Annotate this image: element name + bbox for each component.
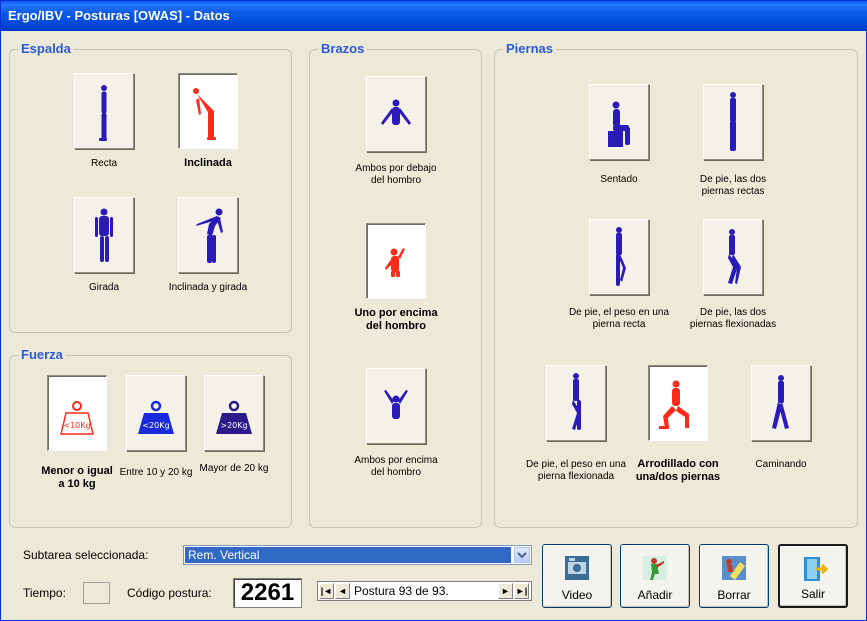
- tiempo-field[interactable]: [83, 582, 110, 604]
- piernas-arrodillado-label: Arrodillado con una/dos piernas: [635, 458, 721, 483]
- back-twisted-figure-icon: [95, 208, 113, 262]
- piernas-title: Piernas: [503, 41, 556, 57]
- back-bent-twisted-figure-icon: [196, 208, 223, 263]
- brazos-ambos-encima-button[interactable]: [366, 368, 426, 444]
- one-leg-straight-figure-icon: [616, 227, 626, 286]
- borrar-button[interactable]: Borrar: [699, 544, 769, 608]
- espalda-group: Espalda: [9, 41, 292, 333]
- add-figure-icon: [643, 556, 667, 580]
- prev-record-button[interactable]: ◄: [335, 583, 350, 599]
- fuerza-title: Fuerza: [18, 347, 66, 363]
- back-straight-figure-icon: [99, 85, 107, 141]
- piernas-dos-rectas-label: De pie, las dos piernas rectas: [699, 174, 767, 197]
- knees-bent-figure-icon: [728, 229, 741, 284]
- eraser-icon: [722, 556, 746, 580]
- arm-up-figure-icon: [385, 248, 405, 277]
- espalda-girada-label: Girada: [88, 282, 119, 293]
- title-bar: Ergo/IBV - Posturas [OWAS] - Datos: [1, 1, 867, 31]
- fuerza-menor-10-label: Menor o igual a 10 kg: [41, 465, 113, 490]
- anadir-label: Añadir: [637, 588, 673, 602]
- espalda-title: Espalda: [18, 41, 74, 57]
- piernas-una-recta-button[interactable]: [589, 219, 649, 295]
- last-record-button[interactable]: ►|: [514, 583, 529, 599]
- one-knee-bent-figure-icon: [572, 373, 581, 430]
- exit-door-icon: [804, 557, 829, 581]
- main-window: Ergo/IBV - Posturas [OWAS] - Datos Espal…: [0, 0, 867, 621]
- piernas-arrodillado-button[interactable]: [648, 365, 708, 441]
- weight-light-text: <10Kg: [63, 421, 90, 430]
- weight-heavy-text: >20Kg: [220, 421, 247, 430]
- espalda-inclinada-label: Inclinada: [184, 157, 232, 169]
- piernas-una-flexionada-label: De pie, el peso en una pierna flexionada: [525, 459, 627, 482]
- piernas-dos-flexionadas-button[interactable]: [703, 219, 763, 295]
- fuerza-mayor-20-label: Mayor de 20 kg: [199, 463, 269, 474]
- tiempo-label: Tiempo:: [23, 586, 66, 600]
- codigo-label: Código postura:: [127, 586, 212, 600]
- walking-figure-icon: [772, 375, 789, 429]
- piernas-dos-flexionadas-label: De pie, las dos piernas flexionadas: [689, 307, 777, 330]
- weight-medium-text: <20Kg: [142, 421, 169, 430]
- standing-figure-icon: [730, 92, 736, 151]
- navigator-text: Postura 93 de 93.: [354, 584, 449, 598]
- brazos-ambos-encima-label: Ambos por encima del hombro: [354, 455, 438, 478]
- weight-medium-icon: <20Kg: [138, 400, 174, 434]
- piernas-una-recta-label: De pie, el peso en una pierna recta: [568, 307, 670, 330]
- piernas-una-flexionada-button[interactable]: [546, 365, 606, 441]
- piernas-caminando-button[interactable]: [751, 365, 811, 441]
- first-record-button[interactable]: |◄: [319, 583, 334, 599]
- subtarea-select[interactable]: Rem. Vertical: [183, 545, 532, 565]
- piernas-dos-rectas-button[interactable]: [703, 84, 763, 160]
- sitting-figure-icon: [608, 101, 630, 147]
- piernas-sentado-button[interactable]: [589, 84, 649, 160]
- weight-light-icon: <10Kg: [60, 401, 94, 435]
- fuerza-10-20-label: Entre 10 y 20 kg: [119, 467, 193, 478]
- fuerza-10-20-button[interactable]: <20Kg: [126, 375, 186, 451]
- video-label: Video: [561, 588, 593, 602]
- brazos-debajo-label: Ambos por debajo del hombro: [355, 163, 437, 186]
- window-title: Ergo/IBV - Posturas [OWAS] - Datos: [8, 8, 230, 23]
- next-record-button[interactable]: ►: [498, 583, 513, 599]
- piernas-caminando-label: Caminando: [755, 459, 807, 470]
- camera-icon: [565, 556, 589, 580]
- codigo-postura-value: 2261: [233, 578, 302, 608]
- espalda-inclinada-girada-label: Inclinada y girada: [168, 282, 248, 293]
- espalda-recta-button[interactable]: [74, 73, 134, 149]
- salir-label: Salir: [800, 587, 825, 601]
- brazos-title: Brazos: [318, 41, 368, 57]
- brazos-debajo-button[interactable]: [366, 76, 426, 152]
- arms-down-figure-icon: [381, 99, 411, 125]
- salir-button[interactable]: Salir: [778, 544, 848, 608]
- chevron-down-icon[interactable]: [514, 547, 530, 563]
- fuerza-mayor-20-button[interactable]: >20Kg: [204, 375, 264, 451]
- weight-heavy-icon: >20Kg: [216, 400, 252, 434]
- brazos-uno-encima-label: Uno por encima del hombro: [354, 307, 438, 332]
- subtarea-value: Rem. Vertical: [185, 547, 511, 563]
- piernas-group: Piernas: [494, 41, 858, 528]
- arms-up-figure-icon: [384, 390, 408, 419]
- brazos-uno-encima-button[interactable]: [366, 223, 426, 299]
- fuerza-menor-10-button[interactable]: <10Kg: [47, 375, 107, 451]
- espalda-inclinada-girada-button[interactable]: [178, 197, 238, 273]
- subtarea-label: Subtarea seleccionada:: [23, 548, 149, 562]
- espalda-recta-label: Recta: [90, 158, 118, 169]
- video-button[interactable]: Video: [542, 544, 612, 608]
- kneeling-figure-icon: [659, 380, 689, 429]
- record-navigator: |◄ ◄ Postura 93 de 93. ► ►|: [317, 581, 532, 601]
- back-bent-figure-icon: [193, 88, 216, 140]
- borrar-label: Borrar: [717, 588, 751, 602]
- espalda-girada-button[interactable]: [74, 197, 134, 273]
- piernas-sentado-label: Sentado: [600, 174, 638, 185]
- espalda-inclinada-button[interactable]: [178, 73, 238, 149]
- anadir-button[interactable]: Añadir: [620, 544, 690, 608]
